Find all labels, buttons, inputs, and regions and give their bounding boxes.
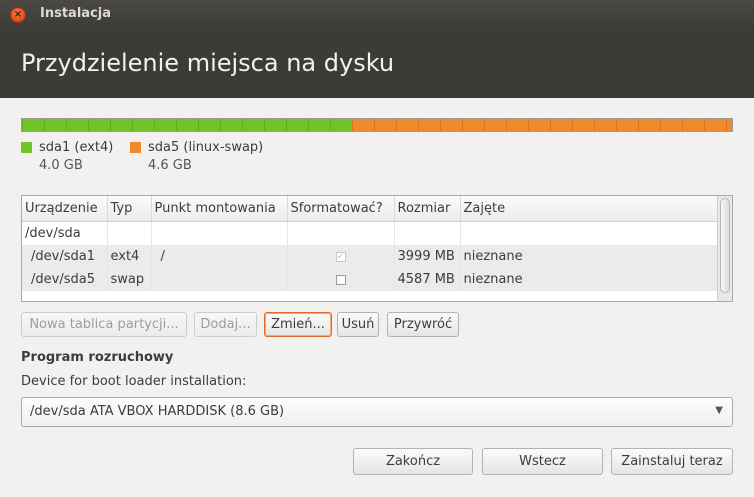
- title-bar: × Instalacja: [0, 0, 754, 30]
- bootloader-device-label: Device for boot loader installation:: [21, 374, 247, 389]
- cell-format: ✓: [287, 245, 395, 268]
- legend-label: sda1 (ext4): [39, 140, 114, 155]
- format-checkbox[interactable]: ✓: [335, 251, 346, 262]
- page-header: Przydzielenie miejsca na dysku: [0, 30, 754, 98]
- column-header-mount-point[interactable]: Punkt montowania: [151, 196, 288, 222]
- legend-size: 4.0 GB: [39, 158, 83, 173]
- cell-size: [394, 221, 461, 245]
- cell-used: nieznane: [460, 245, 719, 268]
- change-partition-button[interactable]: Zmień...: [264, 312, 332, 337]
- cell-size: 3999 MB: [394, 245, 461, 268]
- cell-type: swap: [107, 268, 152, 291]
- column-header-type[interactable]: Typ: [107, 196, 152, 222]
- delete-partition-button[interactable]: Usuń: [337, 312, 379, 337]
- table-row[interactable]: /dev/sda5 swap 4587 MB nieznane: [22, 268, 719, 291]
- close-icon[interactable]: ×: [10, 7, 26, 23]
- disk-segment-sda1: [22, 119, 353, 131]
- legend-size: 4.6 GB: [148, 158, 192, 173]
- cell-device: /dev/sda: [22, 221, 108, 245]
- column-header-format[interactable]: Sformatować?: [287, 196, 395, 222]
- cell-used: [460, 221, 719, 245]
- cell-device: /dev/sda5: [22, 268, 108, 291]
- bootloader-section-title: Program rozruchowy: [21, 350, 174, 365]
- back-button[interactable]: Wstecz: [482, 448, 603, 475]
- partition-table: Urządzenie Typ Punkt montowania Sformato…: [21, 195, 733, 302]
- bootloader-device-select[interactable]: /dev/sda ATA VBOX HARDDISK (8.6 GB) ▼: [21, 397, 733, 427]
- cell-format: [287, 268, 395, 291]
- legend-swatch-swap: [130, 142, 141, 153]
- cell-mount: [151, 221, 288, 245]
- format-checkbox[interactable]: [335, 274, 346, 285]
- new-partition-table-button[interactable]: Nowa tablica partycji...: [21, 312, 187, 337]
- table-scrollbar[interactable]: [717, 196, 732, 301]
- cell-type: [107, 221, 152, 245]
- installer-window: × Instalacja Przydzielenie miejsca na dy…: [0, 0, 754, 497]
- legend-swatch-ext4: [21, 142, 32, 153]
- cell-mount: [151, 268, 288, 291]
- cell-used: nieznane: [460, 268, 719, 291]
- table-header-row: Urządzenie Typ Punkt montowania Sformato…: [22, 196, 719, 222]
- bootloader-selected-value: /dev/sda ATA VBOX HARDDISK (8.6 GB): [30, 404, 285, 419]
- chevron-down-icon: ▼: [715, 405, 723, 416]
- legend-label: sda5 (linux-swap): [148, 140, 264, 155]
- column-header-size[interactable]: Rozmiar: [394, 196, 461, 222]
- cell-mount: /: [151, 245, 288, 268]
- add-partition-button[interactable]: Dodaj...: [194, 312, 257, 337]
- cell-size: 4587 MB: [394, 268, 461, 291]
- window-title: Instalacja: [40, 6, 111, 21]
- disk-segment-sda5: [352, 119, 732, 131]
- table-row[interactable]: /dev/sda: [22, 221, 719, 245]
- cell-format: [287, 221, 395, 245]
- page-title: Przydzielenie miejsca na dysku: [21, 49, 395, 77]
- scrollbar-thumb[interactable]: [720, 198, 730, 293]
- quit-button[interactable]: Zakończ: [353, 448, 473, 475]
- install-now-button[interactable]: Zainstaluj teraz: [611, 448, 733, 475]
- column-header-device[interactable]: Urządzenie: [22, 196, 108, 222]
- cell-type: ext4: [107, 245, 152, 268]
- disk-usage-bar: [21, 118, 733, 132]
- table-row[interactable]: /dev/sda1 ext4 / ✓ 3999 MB nieznane: [22, 245, 719, 268]
- cell-device: /dev/sda1: [22, 245, 108, 268]
- revert-button[interactable]: Przywróć: [387, 312, 459, 337]
- column-header-used[interactable]: Zajęte: [460, 196, 719, 222]
